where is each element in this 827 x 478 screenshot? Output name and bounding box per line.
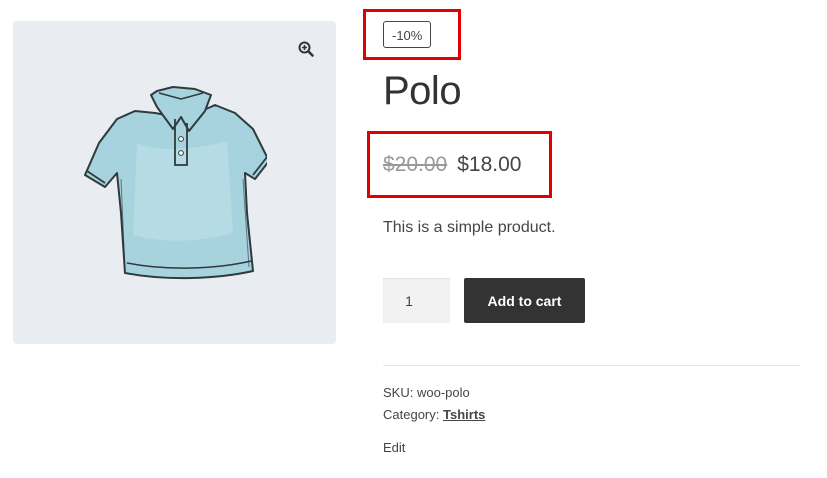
quantity-input[interactable] [383, 278, 450, 323]
sale-badge: -10% [383, 21, 432, 48]
short-description: This is a simple product. [383, 219, 556, 236]
product-meta: SKU: woo-polo Category: Tshirts [383, 382, 485, 426]
divider [383, 365, 800, 366]
zoom-in-icon [298, 41, 314, 62]
sale-price: $18.00 [457, 153, 522, 176]
product-title: Polo [383, 69, 462, 113]
add-to-cart-button[interactable]: Add to cart [464, 278, 585, 323]
regular-price: $20.00 [383, 153, 448, 176]
edit-link[interactable]: Edit [383, 440, 405, 455]
sku-row: SKU: woo-polo [383, 382, 485, 404]
product-price: $20.00 $18.00 [383, 152, 521, 178]
sku-label: SKU: [383, 385, 414, 400]
product-gallery [13, 21, 336, 344]
product-page: -10% Polo $20.00 $18.00 This is a simple … [0, 0, 827, 478]
zoom-button[interactable] [293, 38, 319, 64]
category-row: Category: Tshirts [383, 404, 485, 426]
category-label: Category: [383, 407, 440, 422]
category-link[interactable]: Tshirts [443, 407, 485, 422]
polo-shirt-image[interactable] [77, 83, 267, 283]
sku-value: woo-polo [416, 385, 470, 400]
